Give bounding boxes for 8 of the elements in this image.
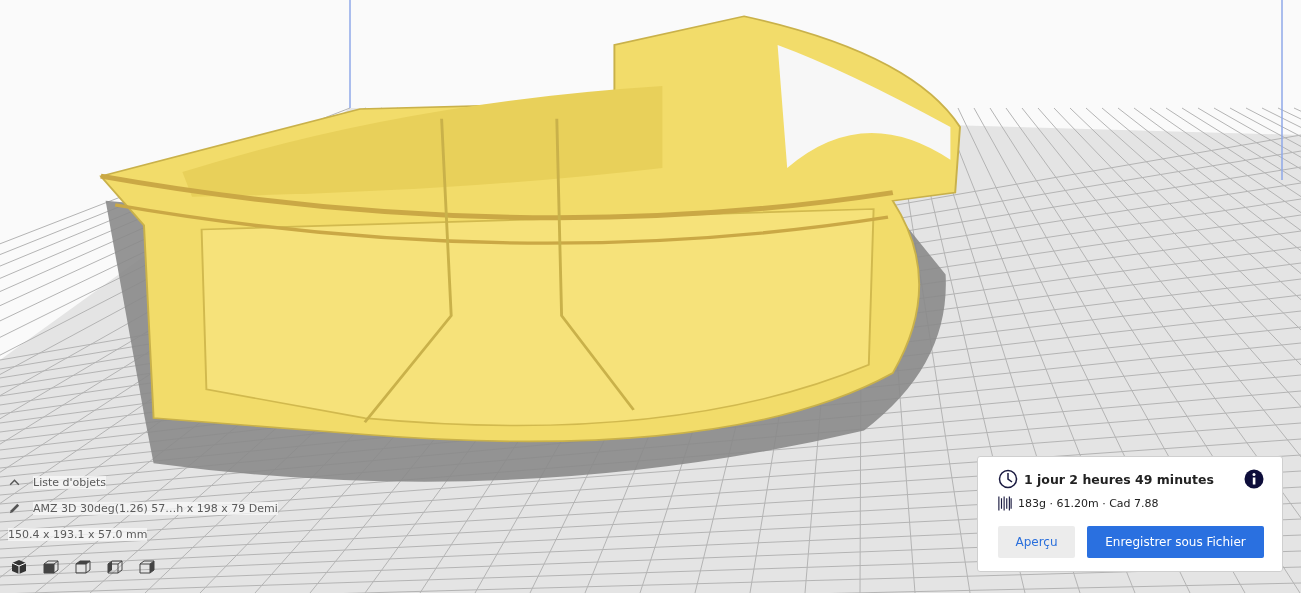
filament-icon (998, 495, 1012, 512)
print-time: 1 jour 2 heures 49 minutes (1024, 471, 1215, 487)
preview-button[interactable]: Aperçu (998, 526, 1075, 558)
material-usage: 183g · 61.20m · Cad 7.88 (1018, 497, 1159, 510)
clock-icon (998, 469, 1018, 489)
pencil-icon[interactable] (8, 501, 21, 515)
info-icon[interactable] (1244, 469, 1264, 489)
save-button[interactable]: Enregistrer sous Fichier (1086, 526, 1264, 558)
